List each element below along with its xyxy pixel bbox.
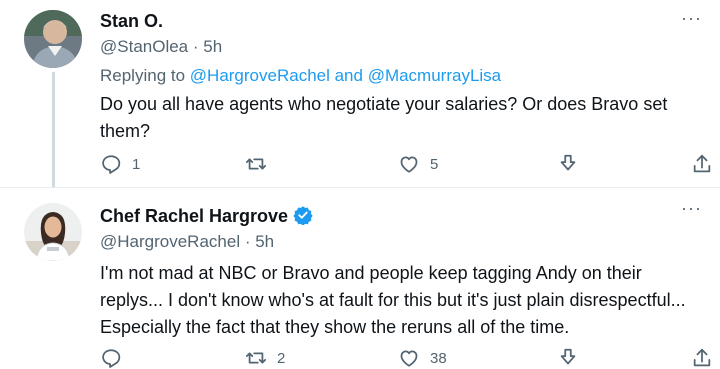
- like-count: 5: [430, 155, 439, 173]
- heart-icon: [400, 156, 418, 173]
- tweet[interactable]: Stan O. ··· @StanOlea · 5h Replying to @…: [0, 0, 720, 187]
- retweet-icon: [245, 158, 267, 170]
- handle[interactable]: @StanOlea: [100, 37, 188, 56]
- display-name[interactable]: Stan O.: [100, 11, 163, 32]
- heart-icon: [400, 350, 418, 367]
- retweet-icon: [245, 352, 267, 364]
- reply-button[interactable]: 1: [100, 150, 140, 178]
- replying-to-and[interactable]: and: [330, 66, 368, 85]
- tweet-text-line: Especially the fact that they show the r…: [100, 317, 570, 337]
- mention-link[interactable]: @MacmurrayLisa: [368, 66, 501, 85]
- tweet-text-line: them?: [100, 121, 151, 141]
- avatar[interactable]: [24, 203, 82, 261]
- download-icon: [560, 348, 576, 365]
- separator: ·: [240, 232, 256, 251]
- tweet-text: Do you all have agents who negotiate you…: [100, 91, 710, 145]
- more-options-icon[interactable]: ···: [681, 8, 702, 29]
- download-button[interactable]: [557, 344, 579, 369]
- share-icon: [693, 348, 711, 367]
- separator: ·: [188, 37, 204, 56]
- reply-button[interactable]: [100, 344, 132, 369]
- display-name[interactable]: Chef Rachel Hargrove: [100, 205, 313, 227]
- share-button[interactable]: [691, 150, 713, 178]
- reply-count: 1: [132, 155, 141, 173]
- retweet-button[interactable]: [245, 150, 277, 178]
- like-button[interactable]: 5: [398, 150, 438, 178]
- replying-to-label: Replying to: [100, 66, 190, 85]
- retweet-count: 2: [277, 349, 286, 367]
- download-button[interactable]: [557, 150, 579, 178]
- reply-icon: [102, 349, 121, 368]
- action-bar: 1 5: [0, 150, 720, 178]
- handle[interactable]: @HargroveRachel: [100, 232, 240, 251]
- tweet-text-line: replys... I don't know who's at fault fo…: [100, 290, 686, 310]
- timestamp[interactable]: 5h: [203, 37, 222, 56]
- handle-row: @StanOlea · 5h: [100, 37, 222, 57]
- timestamp[interactable]: 5h: [255, 232, 274, 251]
- reply-icon: [102, 155, 121, 174]
- tweet-text-line: Do you all have agents who negotiate you…: [100, 94, 668, 114]
- action-bar: 2 38: [0, 344, 720, 369]
- mention-link[interactable]: @HargroveRachel: [190, 66, 330, 85]
- tweet-text: I'm not mad at NBC or Bravo and people k…: [100, 260, 710, 341]
- more-options-icon[interactable]: ···: [681, 198, 702, 219]
- handle-row: @HargroveRachel · 5h: [100, 232, 274, 252]
- tweet[interactable]: Chef Rachel Hargrove ··· @HargroveRachel…: [0, 187, 720, 369]
- retweet-button[interactable]: 2: [245, 344, 285, 369]
- download-icon: [560, 154, 576, 171]
- tweet-text-line: I'm not mad at NBC or Bravo and people k…: [100, 263, 642, 283]
- replying-to: Replying to @HargroveRachel and @Macmurr…: [100, 66, 501, 86]
- verified-badge-icon: [293, 206, 313, 225]
- like-count: 38: [430, 349, 447, 367]
- avatar[interactable]: [24, 10, 82, 68]
- like-button[interactable]: 38: [398, 344, 447, 369]
- share-button[interactable]: [691, 344, 713, 369]
- share-icon: [693, 154, 711, 173]
- display-name-text: Chef Rachel Hargrove: [100, 206, 289, 226]
